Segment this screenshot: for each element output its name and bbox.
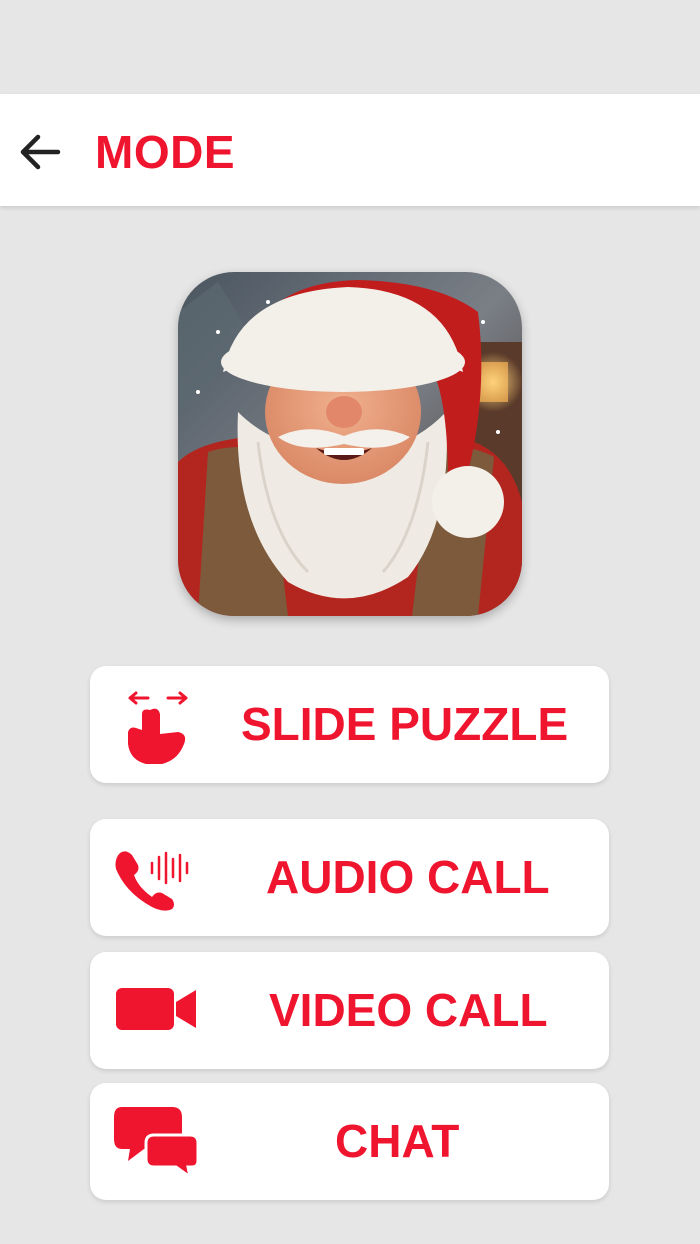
phone-call-icon [112, 847, 192, 911]
video-camera-icon [114, 984, 198, 1034]
audio-call-button[interactable]: AUDIO CALL [90, 819, 609, 936]
slide-puzzle-button[interactable]: SLIDE PUZZLE [90, 666, 609, 783]
swipe-hand-icon [122, 684, 194, 766]
page-title: MODE [95, 126, 235, 178]
back-button[interactable] [14, 128, 66, 176]
video-call-label: VIDEO CALL [269, 984, 548, 1036]
audio-call-label: AUDIO CALL [266, 851, 550, 903]
chat-bubbles-icon [114, 1105, 200, 1177]
arrow-left-icon [20, 134, 61, 170]
status-bar [0, 0, 700, 94]
chat-button[interactable]: CHAT [90, 1083, 609, 1200]
santa-avatar-image [178, 272, 522, 616]
slide-puzzle-label: SLIDE PUZZLE [241, 698, 569, 750]
video-call-button[interactable]: VIDEO CALL [90, 952, 609, 1069]
chat-label: CHAT [335, 1115, 460, 1167]
